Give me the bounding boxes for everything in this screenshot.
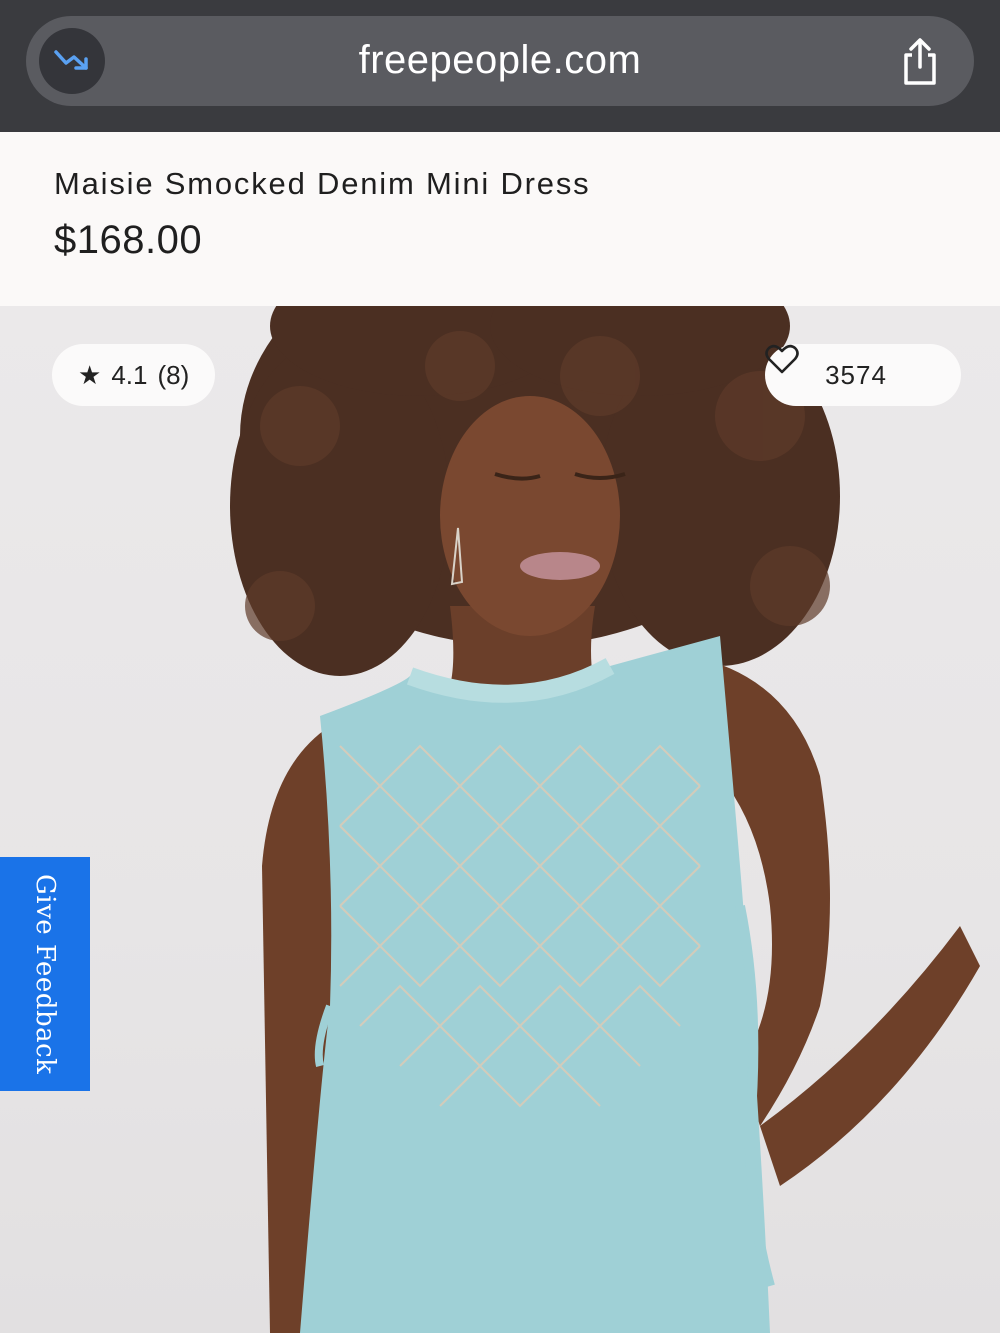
product-image[interactable]: ★ 4.1 (8) 3574 Give Feedback: [0, 306, 1000, 1333]
address-bar[interactable]: freepeople.com: [26, 16, 974, 106]
product-title: Maisie Smocked Denim Mini Dress: [54, 166, 591, 201]
give-feedback-tab[interactable]: Give Feedback: [0, 857, 90, 1091]
browser-toolbar: freepeople.com: [0, 0, 1000, 132]
favorite-button[interactable]: 3574: [765, 344, 961, 406]
rating-count: (8): [157, 359, 190, 390]
product-price: $168.00: [54, 218, 203, 262]
url-text[interactable]: freepeople.com: [26, 16, 974, 106]
product-header: Maisie Smocked Denim Mini Dress $168.00: [0, 132, 1000, 306]
likes-count: 3574: [825, 359, 887, 390]
share-icon[interactable]: [896, 36, 944, 88]
rating-badge[interactable]: ★ 4.1 (8): [52, 344, 216, 406]
star-icon: ★: [78, 359, 102, 390]
model-photo: [230, 306, 980, 1333]
rating-value: 4.1: [111, 359, 148, 390]
give-feedback-label: Give Feedback: [30, 873, 60, 1075]
